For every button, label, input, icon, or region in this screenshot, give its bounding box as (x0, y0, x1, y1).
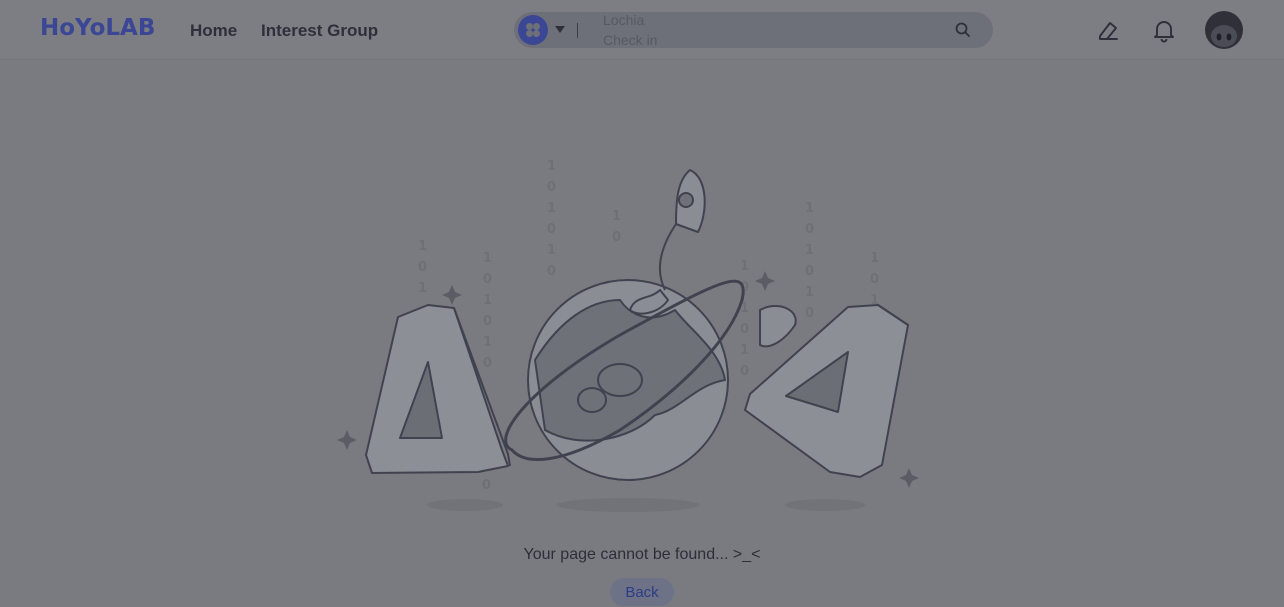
search-suggestion: Check in (603, 32, 658, 48)
binary-column: 101010 (547, 159, 556, 279)
top-header: HoYoLAB Home Interest Group Lochia Check… (0, 0, 1284, 60)
nav-interest-group[interactable]: Interest Group (261, 21, 378, 41)
search-divider (577, 23, 578, 38)
not-found-message: Your page cannot be found... >_< (523, 546, 761, 563)
nav-home[interactable]: Home (190, 21, 237, 41)
avatar-face-icon (1211, 25, 1237, 47)
planet-graphic (504, 279, 745, 481)
search-suggestion: Lochia (603, 12, 645, 28)
back-button[interactable]: Back (610, 578, 674, 606)
digit-four-left (365, 304, 511, 474)
search-suggestion-carousel: Lochia Check in (603, 12, 657, 48)
game-grid-icon[interactable] (518, 15, 548, 45)
binary-column: 10 (612, 209, 621, 245)
bell-icon[interactable] (1151, 17, 1177, 43)
chevron-down-icon[interactable] (555, 26, 565, 33)
edit-icon[interactable] (1095, 17, 1121, 43)
binary-column: 101 (870, 251, 879, 308)
hoyolab-logo[interactable]: HoYoLAB (40, 15, 155, 41)
binary-column: 101010 (483, 251, 492, 371)
error-404-illustration: 101 101010 101010 10 101010 101010 101 1… (337, 159, 919, 512)
search-bar[interactable]: Lochia Check in (514, 12, 993, 48)
binary-column: 101010 (740, 259, 749, 379)
avatar[interactable] (1205, 11, 1243, 49)
search-input[interactable]: Lochia Check in (603, 12, 943, 48)
binary-column: 101 (418, 239, 427, 296)
search-icon[interactable] (954, 21, 972, 39)
binary-column: 101010 (805, 201, 814, 321)
